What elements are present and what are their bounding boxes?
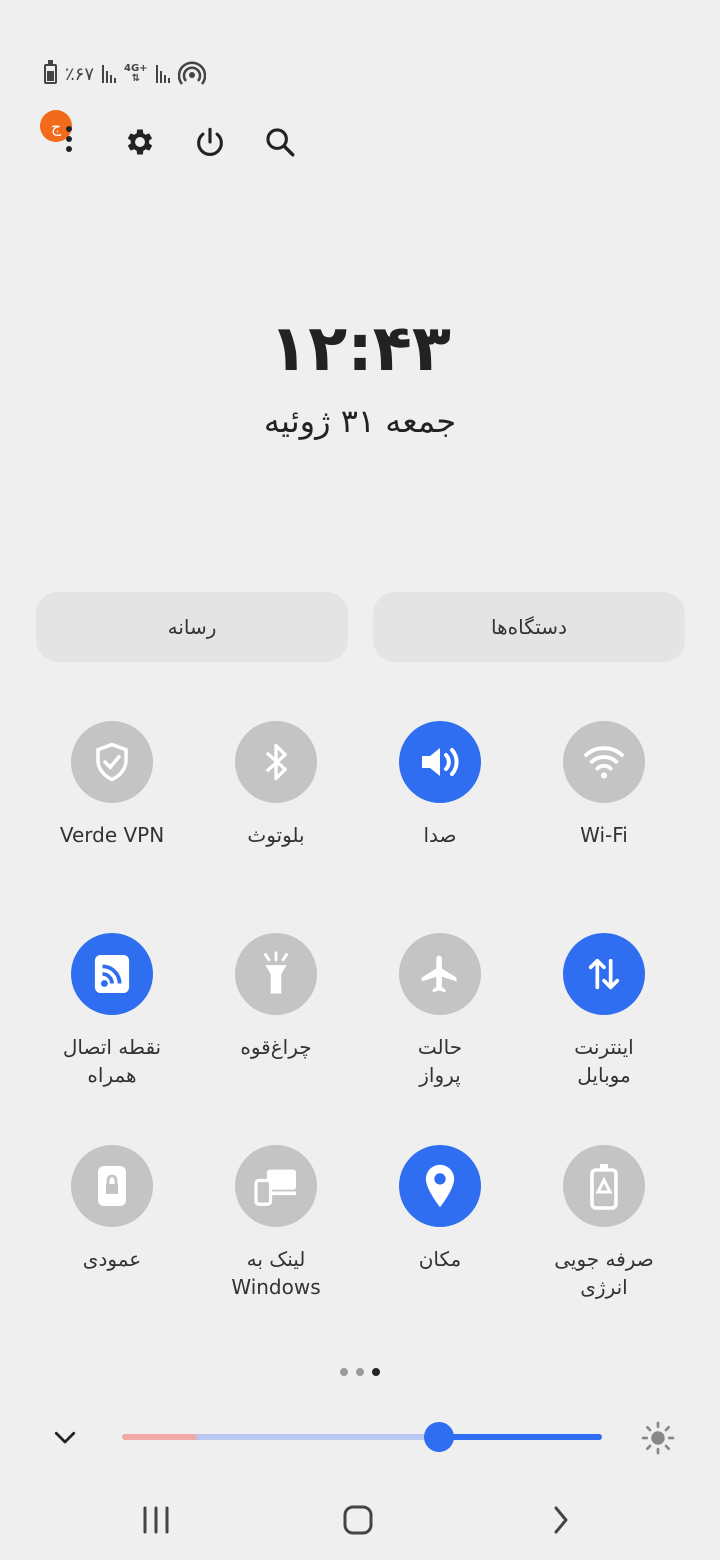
tile-wifi-label: Wi-Fi: [580, 823, 628, 847]
tile-flashlight[interactable]: چراغ‌قوه: [196, 933, 356, 1061]
mobile-data-icon: [563, 933, 645, 1015]
clock-date: جمعه ۳۱ ژوئیه: [263, 402, 457, 440]
back-button[interactable]: [538, 1498, 582, 1542]
hotspot-status-icon: [177, 61, 206, 85]
location-icon: [399, 1145, 481, 1227]
media-button[interactable]: رسانه: [36, 592, 348, 662]
gear-icon: [127, 129, 153, 155]
clock-time: ۱۲:۴۳: [269, 312, 451, 386]
recents-icon: [143, 1506, 169, 1534]
page-dot: [356, 1368, 364, 1376]
devices-button[interactable]: دستگاه‌ها: [373, 592, 685, 662]
tile-mobile-data[interactable]: اینترنت موبایل: [524, 933, 684, 1089]
signal-icon-2: [155, 65, 170, 83]
tile-sound-label: صدا: [423, 823, 457, 847]
tile-location-label: مکان: [418, 1247, 462, 1271]
brightness-slider-thumb[interactable]: [423, 1422, 454, 1452]
home-icon: [343, 1505, 373, 1535]
sound-icon: [399, 721, 481, 803]
network-type-icon: 4G+ ⇅: [124, 63, 148, 84]
search-icon: [266, 128, 295, 157]
tile-airplane[interactable]: حالت پرواز: [360, 933, 520, 1089]
tile-bluetooth-label: بلوتوث: [247, 823, 305, 847]
tile-power-saving[interactable]: صرفه جویی انرژی: [524, 1145, 684, 1301]
brightness-row: [40, 1410, 690, 1464]
wifi-icon: [563, 721, 645, 803]
recents-button[interactable]: [134, 1498, 178, 1542]
tile-portrait-label: عمودی: [82, 1247, 142, 1271]
page-dot: [372, 1368, 380, 1376]
tile-location[interactable]: مکان: [360, 1145, 520, 1273]
page-dot: [340, 1368, 348, 1376]
tile-flashlight-label: چراغ‌قوه: [240, 1035, 312, 1059]
vpn-shield-icon: [71, 721, 153, 803]
tile-sound[interactable]: صدا: [360, 721, 520, 849]
bluetooth-icon: [235, 721, 317, 803]
brightness-slider-fill: [438, 1434, 602, 1440]
airplane-icon: [399, 933, 481, 1015]
tile-bluetooth[interactable]: بلوتوث: [196, 721, 356, 849]
power-icon: [197, 127, 223, 156]
tile-portrait[interactable]: عمودی: [32, 1145, 192, 1273]
tile-vpn-label: Verde VPN: [59, 823, 165, 847]
brightness-sun-icon: [641, 1421, 675, 1455]
back-icon: [554, 1506, 568, 1534]
power-saving-icon: [563, 1145, 645, 1227]
flashlight-icon: [235, 933, 317, 1015]
status-bar: ٪۶۷ 4G+ ⇅: [44, 60, 206, 88]
tile-link-windows-label: لینک به Windows: [231, 1247, 321, 1299]
link-to-windows-icon: [235, 1145, 317, 1227]
battery-percentage: ٪۶۷: [65, 63, 95, 85]
tile-power-saving-label: صرفه جویی انرژی: [554, 1247, 654, 1299]
settings-button[interactable]: [118, 120, 162, 164]
tile-airplane-label: حالت پرواز: [417, 1035, 463, 1087]
tile-vpn[interactable]: Verde VPN: [32, 721, 192, 849]
tile-hotspot[interactable]: نقطه اتصال همراه: [32, 933, 192, 1089]
battery-icon: [44, 60, 57, 84]
brightness-slider[interactable]: [122, 1422, 602, 1452]
hotspot-icon: [71, 933, 153, 1015]
chevron-down-icon[interactable]: [50, 1422, 80, 1452]
more-options-icon[interactable]: [65, 126, 73, 162]
tile-wifi[interactable]: Wi-Fi: [524, 721, 684, 849]
tile-mobile-data-label: اینترنت موبایل: [574, 1035, 634, 1087]
search-button[interactable]: [258, 120, 302, 164]
portrait-lock-icon: [71, 1145, 153, 1227]
top-actions: ج: [40, 110, 308, 166]
tile-hotspot-label: نقطه اتصال همراه: [62, 1035, 162, 1087]
home-button[interactable]: [336, 1498, 380, 1542]
tile-link-windows[interactable]: لینک به Windows: [196, 1145, 356, 1301]
page-indicator: [0, 1368, 720, 1376]
power-button[interactable]: [188, 120, 232, 164]
signal-icon: [102, 65, 117, 83]
navigation-bar: [0, 1490, 720, 1546]
